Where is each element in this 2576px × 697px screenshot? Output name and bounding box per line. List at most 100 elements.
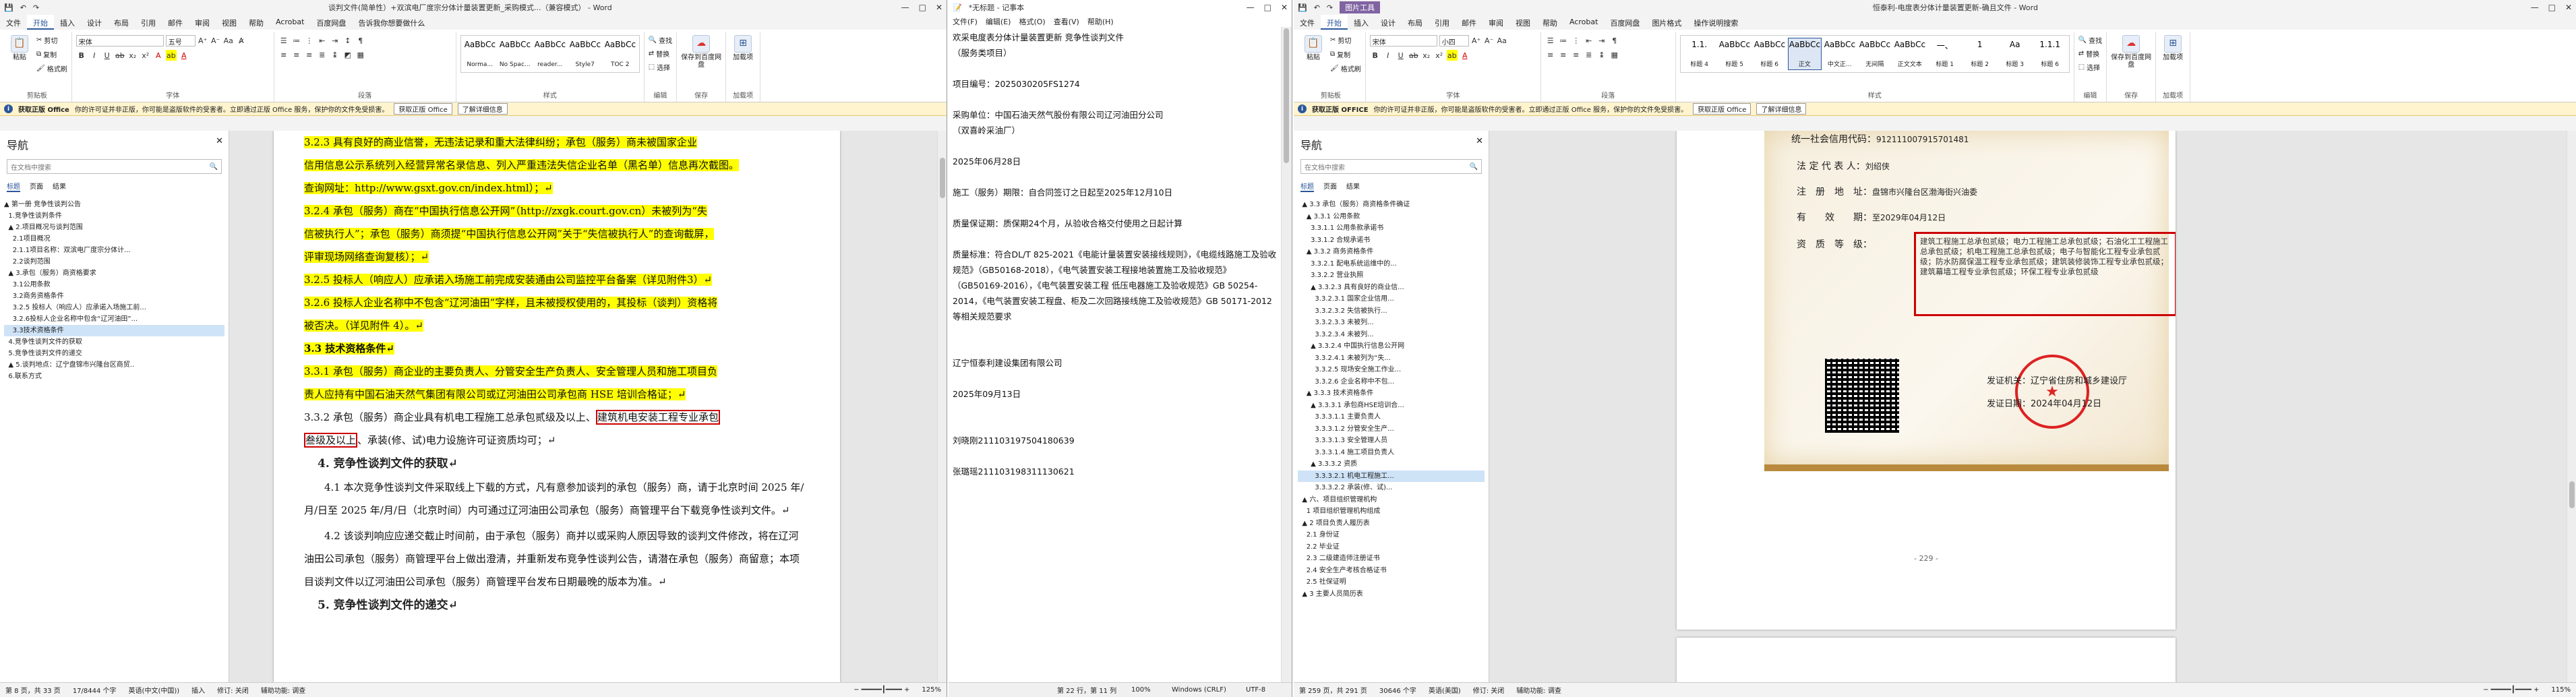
nav-tree-item[interactable]: 3.3.2.3.4 未被列... bbox=[1298, 329, 1485, 341]
numbering-icon[interactable]: ≔ bbox=[291, 35, 302, 46]
nav-tree-item[interactable]: ▲ 3 主要人员简历表 bbox=[1298, 588, 1485, 601]
align-left-icon[interactable]: ≡ bbox=[278, 49, 289, 60]
document-area[interactable]: 3.2.3 具有良好的商业信誉，无违法记录和重大法律纠纷；承包（服务）商未被国家… bbox=[229, 131, 947, 682]
nav-tree-item[interactable]: 3.3.2.3.1 国家企业信用... bbox=[1298, 293, 1485, 305]
align-center-icon[interactable]: ≡ bbox=[291, 49, 302, 60]
tab-5[interactable]: 引用 bbox=[135, 15, 162, 30]
document-area[interactable]: 统一社会信用代码：912111007915701481 法 定 代 表 人：刘绍… bbox=[1489, 131, 2576, 682]
font-color-icon[interactable]: A bbox=[1460, 50, 1470, 61]
nav-tree-item[interactable]: 3.3.2.3.2 失信被执行... bbox=[1298, 305, 1485, 317]
vertical-scrollbar[interactable] bbox=[2567, 131, 2576, 682]
align-right-icon[interactable]: ≡ bbox=[304, 49, 315, 60]
copy-button[interactable]: ⧉ 复制 bbox=[36, 49, 67, 59]
nav-tree-item[interactable]: 3.3.3.1.1 主要负责人 bbox=[1298, 411, 1485, 423]
line-spacing-icon[interactable]: ↨ bbox=[1596, 49, 1607, 60]
subscript-icon[interactable]: x₂ bbox=[1421, 50, 1432, 61]
cut-button[interactable]: ✂ 剪切 bbox=[36, 35, 67, 45]
tab-6[interactable]: 邮件 bbox=[162, 15, 189, 30]
nav-tree-item[interactable]: ▲ 2 项目负责人履历表 bbox=[1298, 518, 1485, 530]
nav-tree-item[interactable]: ▲ 3.3.2 商务资格条件 bbox=[1298, 246, 1485, 258]
scroll-thumb[interactable] bbox=[940, 158, 945, 198]
borders-icon[interactable]: ▦ bbox=[1609, 49, 1620, 60]
align-center-icon[interactable]: ≡ bbox=[1558, 49, 1569, 60]
sort-icon[interactable]: ↕ bbox=[342, 35, 353, 46]
replace-button[interactable]: ⇄ 替换 bbox=[649, 49, 672, 59]
nav-tree-item[interactable]: 3.3.2.3.3 未被列... bbox=[1298, 317, 1485, 329]
tab-10[interactable]: Acrobat bbox=[1563, 15, 1604, 30]
save-to-baidu-button[interactable]: ☁ 保存到百度网盘 bbox=[681, 35, 721, 69]
document-page[interactable]: 统一社会信用代码：912111007915701481 法 定 代 表 人：刘绍… bbox=[1677, 131, 2176, 630]
save-to-baidu-button[interactable]: ☁ 保存到百度网盘 bbox=[2111, 35, 2151, 69]
undo-icon[interactable]: ↶ bbox=[20, 3, 26, 12]
nav-tree-item[interactable]: ▲ 3.3.1 公用条款 bbox=[1298, 211, 1485, 223]
tab-3[interactable]: 设计 bbox=[1375, 15, 1402, 30]
italic-icon[interactable]: I bbox=[89, 50, 100, 61]
borders-icon[interactable]: ▦ bbox=[355, 49, 366, 60]
style-item[interactable]: 一、 标题 1 bbox=[1928, 38, 1962, 70]
paste-button[interactable]: 📋 粘贴 bbox=[7, 35, 32, 90]
bullets-icon[interactable]: ☰ bbox=[1545, 35, 1556, 46]
subscript-icon[interactable]: x₂ bbox=[127, 50, 138, 61]
nav-tab-0[interactable]: 标题 bbox=[7, 181, 20, 192]
nav-tree-item[interactable]: ▲ 3.3 承包（服务）商资格条件确证 bbox=[1298, 199, 1485, 211]
text-editor[interactable]: 欢采电度表分体计量装置更新 竞争性谈判文件 （服务类项目） 项目编号：20250… bbox=[949, 27, 1281, 682]
nav-tree-item[interactable]: ▲ 3.3.2.3 具有良好的商业信... bbox=[1298, 282, 1485, 294]
nav-tree-item[interactable]: 3.3.1.1 公用条款承诺书 bbox=[1298, 222, 1485, 235]
style-item[interactable]: AaBbCcD 无间隔 bbox=[1858, 38, 1892, 70]
font-color-icon[interactable]: A bbox=[179, 50, 189, 61]
tab-2[interactable]: 插入 bbox=[54, 15, 81, 30]
close-button[interactable]: ✕ bbox=[1281, 3, 1288, 12]
grow-font-icon[interactable]: A⁺ bbox=[198, 35, 208, 46]
nav-tab-1[interactable]: 页面 bbox=[30, 181, 43, 192]
nav-tree-item[interactable]: 2.1.1项目名称：双滨电厂度宗分体计... bbox=[4, 245, 224, 256]
nav-tree-item[interactable]: 3.3.3.2.2 承装(修、试)... bbox=[1298, 482, 1485, 494]
underline-icon[interactable]: U bbox=[1396, 50, 1406, 61]
tab-13[interactable]: 操作说明搜索 bbox=[1687, 15, 1744, 30]
underline-icon[interactable]: U bbox=[102, 50, 113, 61]
nav-tree-item[interactable]: 3.3.3.2.1 机电工程施工... bbox=[1298, 470, 1485, 482]
menu-item[interactable]: 格式(O) bbox=[1019, 16, 1045, 26]
style-item[interactable]: 1 标题 2 bbox=[1963, 38, 1997, 70]
justify-icon[interactable]: ≣ bbox=[1584, 49, 1594, 60]
paste-button[interactable]: 📋 粘贴 bbox=[1300, 35, 1326, 90]
nav-tree-item[interactable]: 3.1公用条款 bbox=[4, 279, 224, 291]
shrink-font-icon[interactable]: A⁻ bbox=[1484, 35, 1495, 46]
tab-2[interactable]: 插入 bbox=[1348, 15, 1375, 30]
word-count[interactable]: 17/8444 个字 bbox=[73, 685, 117, 695]
menu-item[interactable]: 查看(V) bbox=[1054, 16, 1079, 26]
autosave-icon[interactable]: 💾 bbox=[4, 3, 13, 12]
nav-tree-item[interactable]: ▲ 5.谈判地点：辽宁盘锦市兴隆台区商贸.. bbox=[4, 359, 224, 371]
nav-tree-item[interactable]: 2.4 安全生产考核合格证书 bbox=[1298, 565, 1485, 577]
get-genuine-button[interactable]: 获取正版 Office bbox=[1693, 103, 1751, 115]
maximize-button[interactable]: □ bbox=[1264, 3, 1271, 12]
maximize-button[interactable]: □ bbox=[919, 3, 926, 12]
shrink-font-icon[interactable]: A⁻ bbox=[210, 35, 221, 46]
nav-tree-item[interactable]: 4.竞争性谈判文件的获取 bbox=[4, 336, 224, 348]
language[interactable]: 英语(中文(中国)) bbox=[129, 685, 180, 695]
superscript-icon[interactable]: x² bbox=[1434, 50, 1445, 61]
highlight-icon[interactable]: ab bbox=[1446, 50, 1458, 61]
shading-icon[interactable]: ◩ bbox=[342, 49, 353, 60]
grow-font-icon[interactable]: A⁺ bbox=[1471, 35, 1482, 46]
undo-icon[interactable]: ↶ bbox=[1314, 3, 1320, 12]
tab-7[interactable]: 审阅 bbox=[1482, 15, 1509, 30]
zoom-level[interactable]: 115% bbox=[2551, 686, 2571, 694]
nav-tree-item[interactable]: 2.1 身份证 bbox=[1298, 529, 1485, 541]
track-changes[interactable]: 修订: 关闭 bbox=[217, 685, 249, 695]
font-size-select[interactable]: 小四 bbox=[1439, 35, 1469, 47]
nav-tree-item[interactable]: 3.3.2.2 营业执照 bbox=[1298, 270, 1485, 282]
language[interactable]: 英语(美国) bbox=[1429, 685, 1461, 695]
find-button[interactable]: 🔍 查找 bbox=[649, 35, 672, 45]
accessibility[interactable]: 辅助功能: 调查 bbox=[261, 685, 306, 695]
nav-tree-item[interactable]: 3.3.2.4.1 未被列为“失... bbox=[1298, 353, 1485, 365]
close-button[interactable]: ✕ bbox=[2565, 3, 2572, 12]
tab-10[interactable]: Acrobat bbox=[270, 15, 310, 30]
tab-8[interactable]: 视图 bbox=[216, 15, 243, 30]
nav-tree-item[interactable]: ▲ 3.3.3.1 承包商HSE培训合... bbox=[1298, 400, 1485, 412]
line-spacing-icon[interactable]: ↨ bbox=[330, 49, 340, 60]
next-page[interactable] bbox=[1677, 638, 2176, 682]
menu-item[interactable]: 编辑(E) bbox=[986, 16, 1011, 26]
tab-5[interactable]: 引用 bbox=[1429, 15, 1456, 30]
nav-tree-item[interactable]: ▲ 3.承包（服务）商资格要求 bbox=[4, 268, 224, 279]
format-painter-button[interactable]: 🖌 格式刷 bbox=[1330, 63, 1361, 73]
